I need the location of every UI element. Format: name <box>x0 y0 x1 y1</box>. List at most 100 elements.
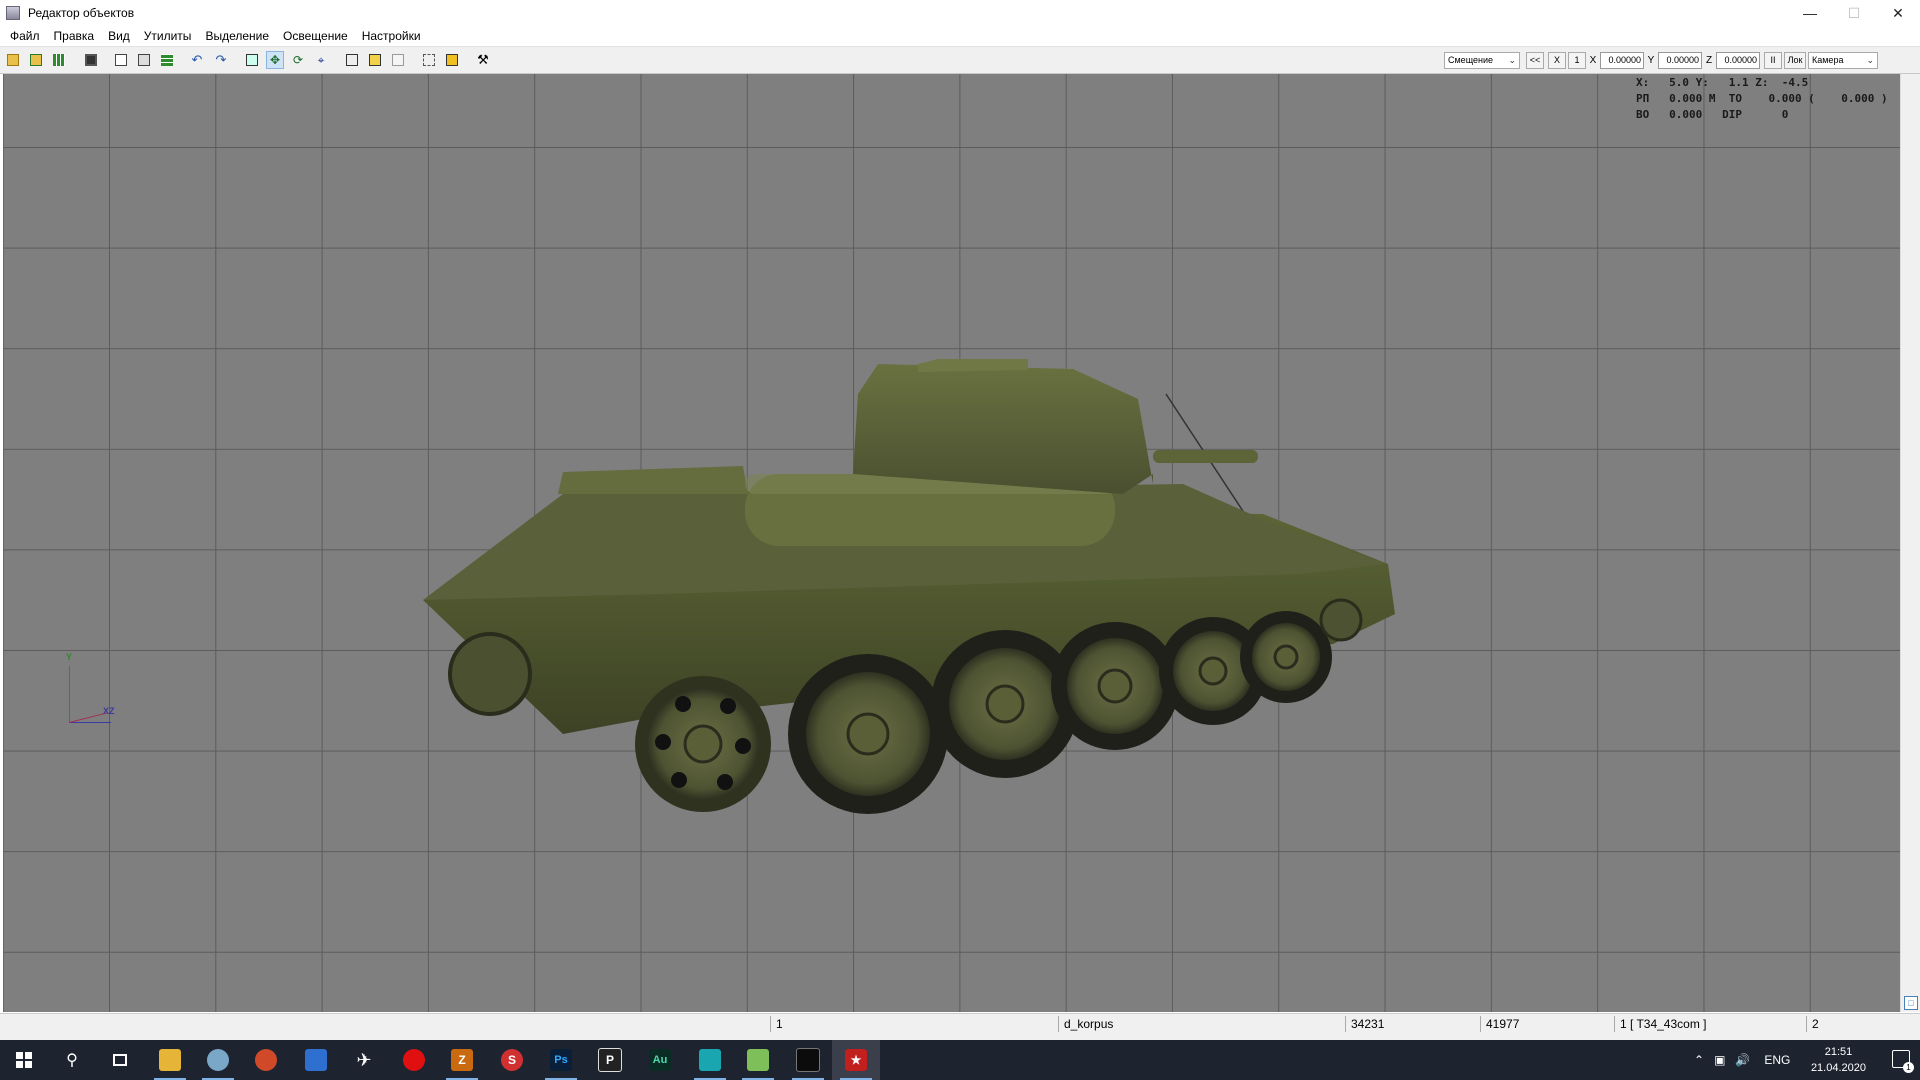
z-input[interactable]: 0.00000 <box>1716 51 1760 69</box>
menu-edit[interactable]: Правка <box>47 26 102 46</box>
app-teal-icon[interactable] <box>686 1040 734 1080</box>
scale-icon[interactable]: ⌖ <box>312 51 330 69</box>
clock-time: 21:51 <box>1824 1046 1853 1058</box>
save-icon[interactable] <box>82 51 100 69</box>
menu-utilities[interactable]: Утилиты <box>137 26 199 46</box>
vertical-scrollbar[interactable]: □ <box>1900 74 1920 1012</box>
camera-value: Камера <box>1812 55 1844 65</box>
menu-file[interactable]: Файл <box>3 26 47 46</box>
cube-icon[interactable] <box>443 51 461 69</box>
tank-model[interactable] <box>3 74 1900 1012</box>
mode-value: Смещение <box>1448 55 1494 65</box>
notification-count: 1 <box>1903 1062 1914 1073</box>
toolbar: ↶ ↷ ✥ ⟳ ⌖ ⚒ Смещение ⌄ << X 1 X 0.00000 … <box>0 47 1920 74</box>
one-button[interactable]: 1 <box>1568 51 1586 69</box>
y-axis-label: Y <box>66 652 73 662</box>
x-axis-line <box>69 722 111 723</box>
pause-button[interactable]: II <box>1764 51 1782 69</box>
clock-date: 21.04.2020 <box>1810 1062 1866 1074</box>
status-cell-1: 1 <box>776 1017 783 1031</box>
menu-lighting[interactable]: Освещение <box>276 26 355 46</box>
menu-bar: Файл Правка Вид Утилиты Выделение Освеще… <box>0 26 1920 47</box>
taskbar: ⚲ ✈ Z S Ps P Au ★ ⌃ ▣ 🔊 ENG 21:51 21.04.… <box>0 1040 1920 1080</box>
logo-pane <box>25 1052 32 1059</box>
logo-pane <box>16 1052 23 1059</box>
maximize-button[interactable]: ☐ <box>1832 0 1876 26</box>
menu-selection[interactable]: Выделение <box>198 26 276 46</box>
app-icon <box>6 6 20 20</box>
y-axis-line <box>69 666 70 722</box>
back-button[interactable]: << <box>1526 51 1544 69</box>
system-tray: ⌃ ▣ 🔊 ENG <box>1694 1040 1790 1080</box>
undo-icon[interactable]: ↶ <box>188 51 206 69</box>
open-folder-icon[interactable] <box>4 51 22 69</box>
move-icon[interactable]: ✥ <box>266 51 284 69</box>
notepad-icon[interactable] <box>734 1040 782 1080</box>
scroll-corner-icon[interactable]: □ <box>1904 996 1918 1010</box>
status-object-name: d_korpus <box>1064 1017 1114 1031</box>
task-view-icon[interactable] <box>96 1040 144 1080</box>
app-red-icon[interactable] <box>242 1040 290 1080</box>
start-icon[interactable] <box>0 1040 48 1080</box>
paste-icon[interactable] <box>135 51 153 69</box>
tools-icon[interactable]: ⚒ <box>474 51 492 69</box>
volume-icon[interactable]: 🔊 <box>1735 1053 1750 1067</box>
camera-dropdown[interactable]: Камера ⌄ <box>1808 51 1878 69</box>
network-icon[interactable]: ▣ <box>1714 1053 1725 1067</box>
table-icon[interactable] <box>158 51 176 69</box>
x-input[interactable]: 0.00000 <box>1600 51 1644 69</box>
coordinate-controls: Смещение ⌄ << X 1 X 0.00000 Y 0.00000 Z … <box>1444 51 1878 69</box>
tray-chevron-up-icon[interactable]: ⌃ <box>1694 1053 1704 1067</box>
status-divider <box>1480 1016 1481 1032</box>
app-blue-icon[interactable] <box>292 1040 340 1080</box>
copy-icon[interactable] <box>112 51 130 69</box>
status-divider <box>1806 1016 1807 1032</box>
mode-dropdown[interactable]: Смещение ⌄ <box>1444 51 1520 69</box>
title-bar: Редактор объектов — ☐ ✕ <box>0 0 1920 26</box>
box-faded-icon[interactable] <box>389 51 407 69</box>
search-icon[interactable]: ⚲ <box>48 1040 96 1080</box>
status-divider <box>770 1016 771 1032</box>
status-cell-4: 41977 <box>1486 1017 1520 1031</box>
xz-axis-label: XZ <box>103 706 115 716</box>
audition-icon[interactable]: Au <box>636 1040 684 1080</box>
box-icon[interactable] <box>343 51 361 69</box>
minimize-button[interactable]: — <box>1788 0 1832 26</box>
windows-logo <box>16 1052 32 1068</box>
window-bottom-edge <box>0 1033 1920 1040</box>
x-axis-button[interactable]: X <box>1548 51 1566 69</box>
grid-icon[interactable] <box>50 51 68 69</box>
box-yellow-icon[interactable] <box>366 51 384 69</box>
rotate-icon[interactable]: ⟳ <box>289 51 307 69</box>
close-button[interactable]: ✕ <box>1876 0 1920 26</box>
status-divider <box>1058 1016 1059 1032</box>
x-label: X <box>1589 54 1597 66</box>
select-icon[interactable] <box>243 51 261 69</box>
app-plane-icon[interactable]: ✈ <box>340 1040 388 1080</box>
app-p-icon[interactable]: P <box>586 1040 634 1080</box>
filezilla-icon[interactable]: Z <box>438 1040 486 1080</box>
terminal-icon[interactable] <box>784 1040 832 1080</box>
window-title: Редактор объектов <box>28 6 135 20</box>
object-editor-icon[interactable]: ★ <box>832 1040 880 1080</box>
y-label: Y <box>1647 54 1655 66</box>
local-button[interactable]: Лок <box>1784 51 1806 69</box>
redo-icon[interactable]: ↷ <box>212 51 230 69</box>
open-file-icon[interactable] <box>27 51 45 69</box>
status-cell-3: 34231 <box>1351 1017 1385 1031</box>
clock[interactable]: 21:51 21.04.2020 <box>1811 1044 1866 1076</box>
menu-settings[interactable]: Настройки <box>355 26 428 46</box>
menu-view[interactable]: Вид <box>101 26 137 46</box>
language-indicator[interactable]: ENG <box>1764 1053 1790 1067</box>
chrome-icon[interactable] <box>194 1040 242 1080</box>
chevron-down-icon: ⌄ <box>1866 54 1874 65</box>
dotted-box-icon[interactable] <box>420 51 438 69</box>
app-red-dot-icon[interactable] <box>390 1040 438 1080</box>
y-input[interactable]: 0.00000 <box>1658 51 1702 69</box>
app-s-icon[interactable]: S <box>488 1040 536 1080</box>
3d-viewport[interactable]: X: 5.0 Y: 1.1 Z: -4.5 РП 0.000 M TO 0.00… <box>3 74 1900 1012</box>
logo-pane <box>25 1061 32 1068</box>
status-divider <box>1614 1016 1615 1032</box>
photoshop-icon[interactable]: Ps <box>537 1040 585 1080</box>
file-explorer-icon[interactable] <box>146 1040 194 1080</box>
